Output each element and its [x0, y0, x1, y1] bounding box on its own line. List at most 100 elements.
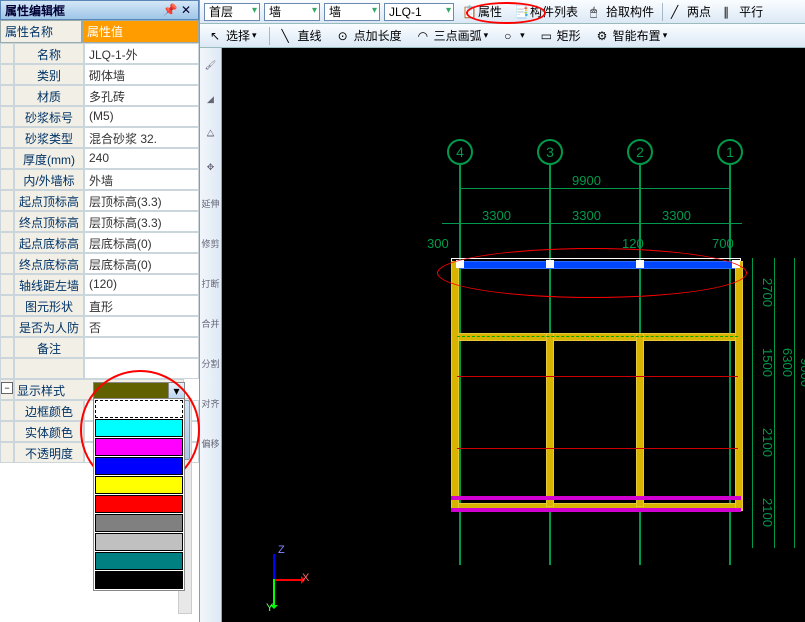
toolbar-draw: ↖选择▾ ╲直线 ⊙点加长度 ◠三点画弧▾ ○▾ ▭矩形 ⚙智能布置▾	[200, 24, 805, 48]
side-tool[interactable]: 延伸	[202, 188, 220, 220]
prop-value[interactable]: (M5)	[84, 106, 199, 127]
color-swatch[interactable]	[95, 533, 183, 551]
move-tool[interactable]: ✥	[202, 154, 220, 180]
prop-value[interactable]	[84, 337, 199, 358]
props-button[interactable]: 📋属性	[458, 3, 506, 20]
prop-label: 起点底标高	[14, 232, 84, 253]
prop-value[interactable]: 否	[84, 316, 199, 337]
prop-value[interactable]: (120)	[84, 274, 199, 295]
side-tool[interactable]: 对齐	[202, 388, 220, 420]
prop-value[interactable]: 层顶标高(3.3)	[84, 211, 199, 232]
prop-value[interactable]: 直形	[84, 295, 199, 316]
prop-label: 内/外墙标	[14, 169, 84, 190]
extend-icon: ⊙	[338, 29, 352, 43]
dim-120: 120	[622, 236, 644, 251]
prop-row[interactable]: 终点底标高层底标高(0)	[0, 253, 199, 274]
prop-row[interactable]: 厚度(mm)240	[0, 148, 199, 169]
prop-value[interactable]: JLQ-1-外	[84, 43, 199, 64]
side-tool[interactable]: 合并	[202, 308, 220, 340]
prop-row[interactable]: 材质多孔砖	[0, 85, 199, 106]
side-tool[interactable]: 分割	[202, 348, 220, 380]
wall-v-mid1	[546, 333, 554, 507]
dim-2700: 2700	[760, 278, 775, 307]
ellipse-tool[interactable]: ○▾	[500, 29, 529, 43]
layer-select[interactable]: 首层	[204, 3, 260, 21]
prop-row[interactable]: 砂浆类型混合砂浆 32.	[0, 127, 199, 148]
category2-select[interactable]: 墙	[324, 3, 380, 21]
prop-label: 边框颜色	[14, 400, 84, 421]
dim-3300c: 3300	[662, 208, 691, 223]
select-tool[interactable]: ↖选择▾	[206, 27, 261, 44]
prop-row[interactable]: 名称JLQ-1-外	[0, 43, 199, 64]
close-icon[interactable]: ✕	[178, 2, 194, 18]
wall-v-right	[735, 261, 743, 511]
grid-bubble-1: 1	[717, 139, 743, 165]
color-swatch[interactable]	[95, 514, 183, 532]
color-swatch[interactable]	[95, 400, 183, 418]
color-swatch[interactable]	[95, 495, 183, 513]
line-tool[interactable]: ╲直线	[278, 27, 326, 44]
point-extend-tool[interactable]: ⊙点加长度	[334, 27, 406, 44]
side-toolbar: 🖌 ◢ ⧋ ✥ 延伸修剪打断合并分割对齐偏移	[200, 48, 222, 622]
color-swatch[interactable]	[95, 552, 183, 570]
prop-label: 名称	[14, 43, 84, 64]
color-dropdown[interactable]	[93, 398, 185, 591]
grid-bubble-3: 3	[537, 139, 563, 165]
twopoint-icon: ╱	[671, 5, 685, 19]
prop-value[interactable]: 240	[84, 148, 199, 169]
color-swatch[interactable]	[95, 457, 183, 475]
side-tool[interactable]: 修剪	[202, 228, 220, 260]
prop-row[interactable]: 图元形状直形	[0, 295, 199, 316]
prop-row[interactable]: 砂浆标号(M5)	[0, 106, 199, 127]
prop-value[interactable]: 层底标高(0)	[84, 232, 199, 253]
component-list-button[interactable]: 📑构件列表	[510, 3, 582, 20]
component-select[interactable]: JLQ-1	[384, 3, 454, 21]
prop-value[interactable]: 外墙	[84, 169, 199, 190]
color-swatch[interactable]	[95, 419, 183, 437]
arc3-tool[interactable]: ◠三点画弧▾	[414, 27, 493, 44]
current-color-swatch	[94, 383, 168, 398]
prop-value[interactable]: 层顶标高(3.3)	[84, 190, 199, 211]
drawing-canvas[interactable]: 4 3 2 1 9900 3300 3300 3300 300 120 700	[222, 48, 805, 622]
color-swatch[interactable]	[95, 476, 183, 494]
props-icon: 📋	[462, 5, 476, 19]
cursor-icon: ↖	[210, 29, 224, 43]
mirror-tool[interactable]: ⧋	[202, 120, 220, 146]
prop-value[interactable]: 多孔砖	[84, 85, 199, 106]
prop-row[interactable]: 轴线距左墙(120)	[0, 274, 199, 295]
prop-value[interactable]: 层底标高(0)	[84, 253, 199, 274]
side-tool[interactable]: 打断	[202, 268, 220, 300]
prop-row[interactable]: 备注	[0, 337, 199, 358]
line-icon: ╲	[282, 29, 296, 43]
prop-row[interactable]: 是否为人防否	[0, 316, 199, 337]
prop-label: 实体颜色	[14, 421, 84, 442]
prop-row[interactable]: 终点顶标高层顶标高(3.3)	[0, 211, 199, 232]
prop-row[interactable]: 起点底标高层底标高(0)	[0, 232, 199, 253]
pin-icon[interactable]: 📌	[162, 2, 178, 18]
eraser-tool[interactable]: ◢	[202, 86, 220, 112]
color-swatch[interactable]	[95, 438, 183, 456]
prop-row[interactable]: 类别砌体墙	[0, 64, 199, 85]
pick-icon: 🖱	[590, 5, 604, 19]
arc-icon: ◠	[418, 29, 432, 43]
rect-tool[interactable]: ▭矩形	[537, 27, 585, 44]
prop-value[interactable]: 砌体墙	[84, 64, 199, 85]
prop-label: 图元形状	[14, 295, 84, 316]
prop-label: 材质	[14, 85, 84, 106]
color-select-current[interactable]: ▾	[93, 382, 185, 399]
parallel-icon: ∥	[723, 5, 737, 19]
prop-row[interactable]: 内/外墙标外墙	[0, 169, 199, 190]
side-tool[interactable]: 偏移	[202, 428, 220, 460]
two-point-button[interactable]: ╱两点	[667, 3, 715, 20]
brush-tool[interactable]: 🖌	[202, 52, 220, 78]
parallel-button[interactable]: ∥平行	[719, 3, 767, 20]
prop-value[interactable]: 混合砂浆 32.	[84, 127, 199, 148]
dim-700: 700	[712, 236, 734, 251]
category1-select[interactable]: 墙	[264, 3, 320, 21]
pick-component-button[interactable]: 🖱拾取构件	[586, 3, 658, 20]
smart-layout-tool[interactable]: ⚙智能布置▾	[593, 27, 672, 44]
chevron-down-icon[interactable]: ▾	[168, 383, 184, 398]
beam-top	[451, 261, 741, 269]
prop-row[interactable]: 起点顶标高层顶标高(3.3)	[0, 190, 199, 211]
color-swatch[interactable]	[95, 571, 183, 589]
